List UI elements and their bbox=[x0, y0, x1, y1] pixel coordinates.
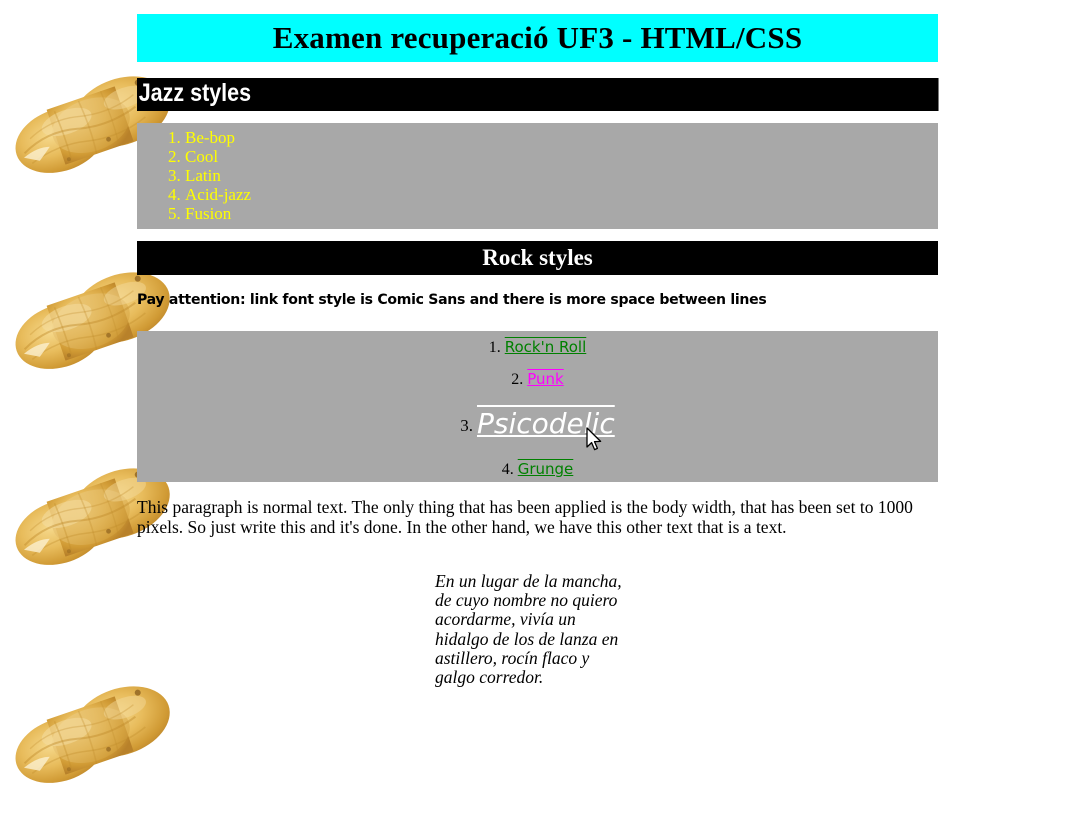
list-marker: 2. bbox=[511, 371, 524, 388]
list-item: 2. Punk bbox=[137, 370, 938, 389]
peanut-image bbox=[0, 640, 185, 836]
jazz-item-label: Latin bbox=[185, 166, 221, 185]
jazz-item-label: Fusion bbox=[185, 204, 232, 223]
body-paragraph: This paragraph is normal text. The only … bbox=[137, 497, 913, 537]
rock-link-rocknroll[interactable]: Rock'n Roll bbox=[505, 338, 587, 356]
quote-blockquote: En un lugar de la mancha, de cuyo nombre… bbox=[435, 571, 622, 688]
list-marker: 1. bbox=[488, 339, 501, 356]
list-marker: 3. bbox=[460, 416, 473, 435]
list-item: Latin bbox=[185, 166, 938, 185]
list-item: Be-bop bbox=[185, 128, 938, 147]
jazz-styles-heading: Jazz styles bbox=[137, 78, 939, 111]
list-item: Cool bbox=[185, 147, 938, 166]
list-item: 4. Grunge bbox=[137, 460, 938, 479]
jazz-item-label: Acid-jazz bbox=[185, 185, 252, 204]
jazz-item-label: Be-bop bbox=[185, 128, 236, 147]
rock-styles-heading: Rock styles bbox=[137, 241, 938, 276]
page-title: Examen recuperació UF3 - HTML/CSS bbox=[137, 14, 938, 63]
list-item: 3. Psicodelic bbox=[137, 407, 938, 440]
rock-link-grunge[interactable]: Grunge bbox=[518, 460, 574, 478]
list-item: Acid-jazz bbox=[185, 185, 938, 204]
jazz-item-label: Cool bbox=[185, 147, 219, 166]
note-text: Pay attention: link font style is Comic … bbox=[137, 292, 767, 308]
list-item: Fusion bbox=[185, 204, 938, 223]
rock-styles-list: 1. Rock'n Roll 2. Punk 3. Psicodelic 4. … bbox=[137, 331, 938, 482]
list-item: 1. Rock'n Roll bbox=[137, 338, 938, 357]
jazz-styles-list: Be-bop Cool Latin Acid-jazz Fusion bbox=[137, 123, 938, 229]
list-marker: 4. bbox=[501, 461, 514, 478]
rock-link-punk[interactable]: Punk bbox=[527, 370, 563, 388]
rock-link-psicodelic[interactable]: Psicodelic bbox=[477, 407, 615, 440]
